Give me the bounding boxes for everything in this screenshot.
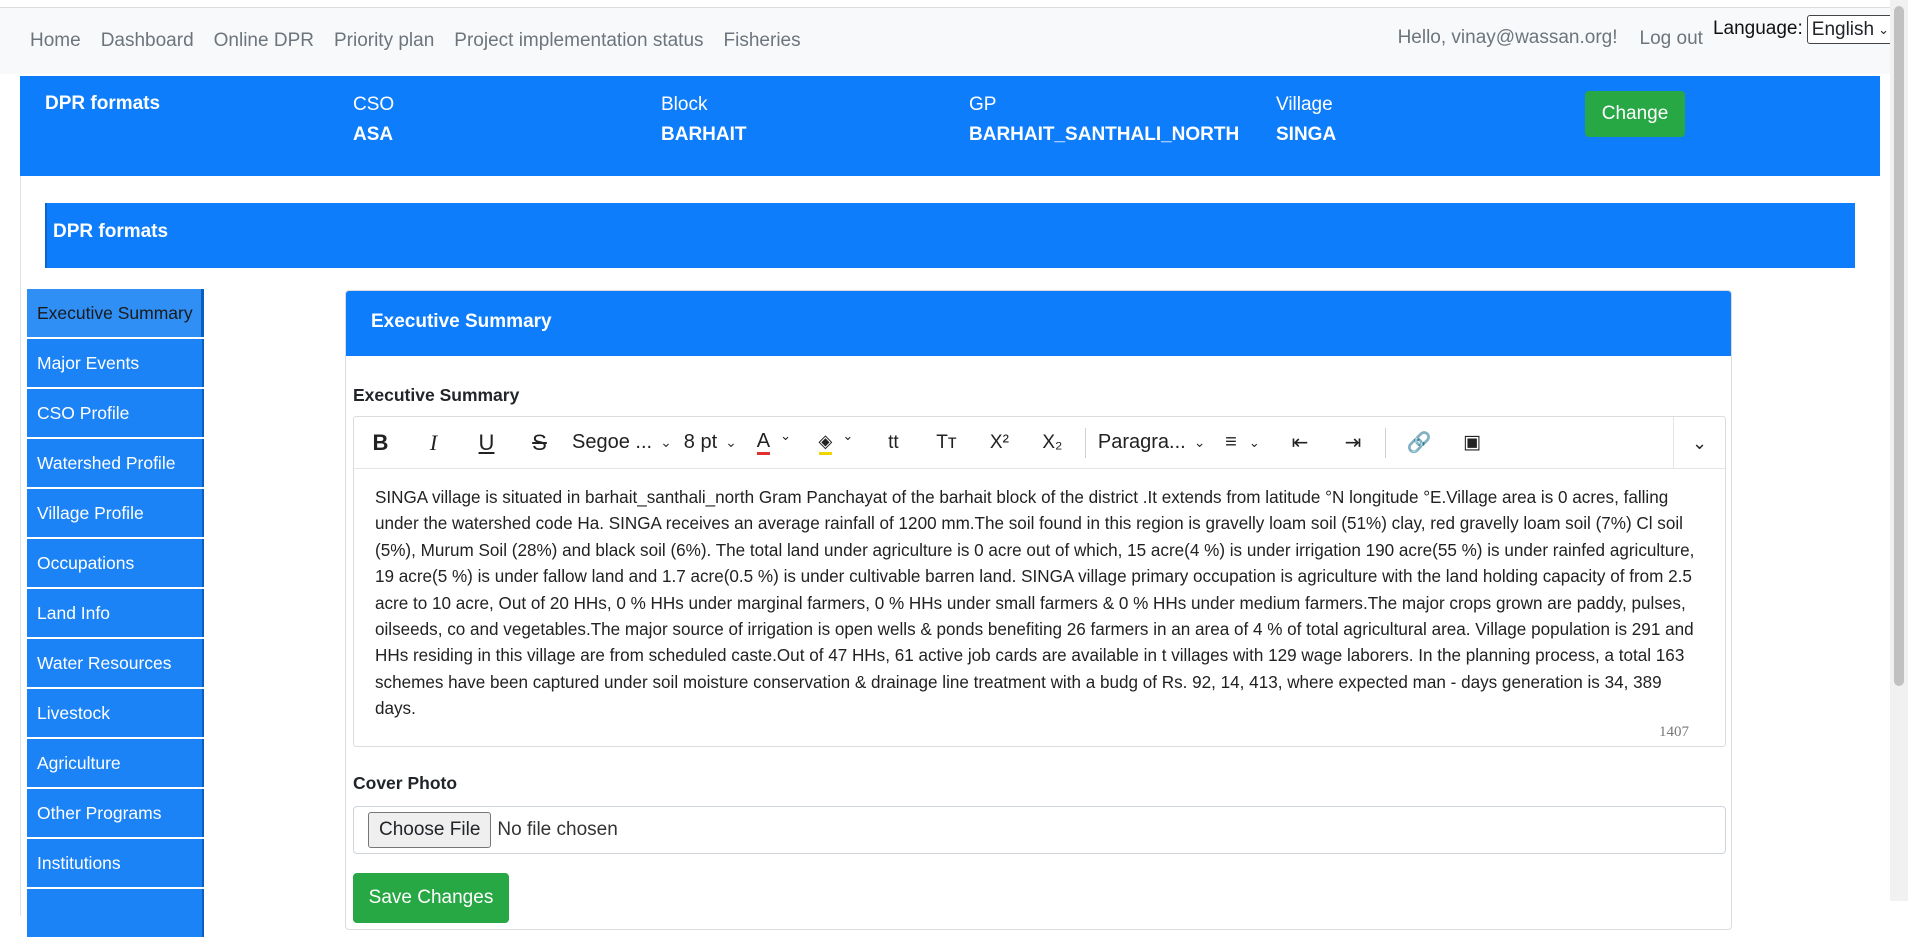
more-tools-chevron-icon[interactable]: ⌄ xyxy=(1673,417,1725,469)
italic-icon[interactable]: I xyxy=(407,425,460,461)
paragraph-format-value: Paragra... xyxy=(1097,431,1186,453)
sidebar-item-major-events[interactable]: Major Events xyxy=(27,339,204,387)
sidebar-item-cso-profile[interactable]: CSO Profile xyxy=(27,389,204,437)
cso-value: ASA xyxy=(353,124,394,145)
indent-icon[interactable]: ⇥ xyxy=(1326,425,1379,461)
font-size-value: 8 pt xyxy=(683,431,718,453)
sidebar-item-village-profile[interactable]: Village Profile xyxy=(27,489,204,537)
section-title: DPR formats xyxy=(53,221,169,242)
toolbar-separator xyxy=(1084,427,1086,458)
cover-photo-label: Cover Photo xyxy=(353,773,458,793)
chevron-down-icon: ⌄ xyxy=(725,434,737,450)
save-changes-button[interactable]: Save Changes xyxy=(353,873,509,923)
language-value: English xyxy=(1811,18,1875,40)
nav-links: Home Dashboard Online DPR Priority plan … xyxy=(30,30,821,52)
sidebar-item-watershed-profile[interactable]: Watershed Profile xyxy=(27,439,204,487)
align-left-icon[interactable]: ≡ ⌄ xyxy=(1211,425,1273,461)
cover-photo-file-input[interactable]: Choose File No file chosen xyxy=(353,806,1726,854)
change-case-icon[interactable]: tt xyxy=(867,425,920,461)
executive-summary-label: Executive Summary xyxy=(353,385,520,405)
cso-label: CSO xyxy=(353,94,395,115)
underline-icon[interactable]: U xyxy=(460,425,513,461)
choose-file-button[interactable]: Choose File xyxy=(368,812,492,848)
subscript-icon[interactable]: X₂ xyxy=(1026,425,1079,461)
nav-right: Hello, vinay@wassan.org! Log out Languag… xyxy=(1398,8,1894,50)
sidebar-item-occupations[interactable]: Occupations xyxy=(27,539,204,587)
dpr-header-band: DPR formats CSO ASA Block BARHAIT GP BAR… xyxy=(20,76,1880,176)
font-size-dropdown[interactable]: 8 pt ⌄ xyxy=(678,425,743,461)
toolbar-separator xyxy=(1385,427,1387,458)
sidebar-item-water-resources[interactable]: Water Resources xyxy=(27,639,204,687)
sidebar: Executive Summary Major Events CSO Profi… xyxy=(27,289,204,939)
nav-home[interactable]: Home xyxy=(30,30,81,52)
village-label: Village xyxy=(1276,94,1333,115)
block-info: Block BARHAIT xyxy=(661,94,747,146)
sidebar-item-other-programs[interactable]: Other Programs xyxy=(27,789,204,837)
sidebar-item-land-info[interactable]: Land Info xyxy=(27,589,204,637)
block-value: BARHAIT xyxy=(661,124,747,145)
bold-icon[interactable]: B xyxy=(354,425,407,461)
panel-title: Executive Summary xyxy=(346,291,1731,356)
file-status-text: No file chosen xyxy=(497,819,618,840)
executive-summary-panel: Executive Summary Executive Summary B I … xyxy=(345,290,1732,930)
nav-dashboard[interactable]: Dashboard xyxy=(101,30,194,52)
sidebar-item-agriculture[interactable]: Agriculture xyxy=(27,739,204,787)
strikethrough-icon[interactable]: S xyxy=(513,425,566,461)
character-count: 1407 xyxy=(1659,724,1689,740)
user-greeting: Hello, vinay@wassan.org! xyxy=(1397,27,1618,48)
highlight-color-icon[interactable]: ◈ ⌄ xyxy=(805,425,867,461)
nav-priority-plan[interactable]: Priority plan xyxy=(334,30,434,52)
scrollbar-thumb[interactable] xyxy=(1894,6,1904,686)
sidebar-item-executive-summary[interactable]: Executive Summary xyxy=(27,289,204,337)
language-label: Language: xyxy=(1712,18,1803,39)
gp-value: BARHAIT_SANTHALI_NORTH xyxy=(969,124,1240,145)
superscript-icon[interactable]: X² xyxy=(973,425,1026,461)
nav-online-dpr[interactable]: Online DPR xyxy=(214,30,314,52)
nav-fisheries[interactable]: Fisheries xyxy=(724,30,801,52)
nav-project-implementation-status[interactable]: Project implementation status xyxy=(454,30,703,52)
header-title: DPR formats xyxy=(45,93,161,114)
image-icon[interactable]: ▣ xyxy=(1445,425,1498,461)
section-title-band: DPR formats xyxy=(45,203,1855,268)
language-select[interactable]: English ⌄ xyxy=(1806,15,1894,44)
change-button[interactable]: Change xyxy=(1585,91,1685,137)
chevron-down-icon: ⌄ xyxy=(1193,434,1206,450)
window-top-edge xyxy=(0,0,1908,8)
village-info: Village SINGA xyxy=(1276,94,1336,146)
gp-label: GP xyxy=(969,94,997,115)
gp-info: GP BARHAIT_SANTHALI_NORTH xyxy=(969,94,1239,146)
page-scrollbar[interactable] xyxy=(1890,0,1908,901)
sidebar-item-institutions[interactable]: Institutions xyxy=(27,839,204,887)
editor-content[interactable]: SINGA village is situated in barhait_san… xyxy=(354,469,1725,723)
font-family-dropdown[interactable]: Segoe ... ⌄ xyxy=(566,425,678,461)
editor-toolbar: B I U S Segoe ... ⌄ 8 pt ⌄ A ⌄ ◈ ⌄ tt Tᴛ… xyxy=(354,417,1725,469)
font-family-value: Segoe ... xyxy=(572,431,653,453)
village-value: SINGA xyxy=(1276,124,1337,145)
link-icon[interactable]: 🔗 xyxy=(1392,425,1445,461)
text-size-icon[interactable]: Tᴛ xyxy=(920,425,973,461)
cso-info: CSO ASA xyxy=(353,94,394,146)
block-label: Block xyxy=(661,94,708,115)
sidebar-item-more[interactable] xyxy=(27,889,204,937)
sidebar-item-livestock[interactable]: Livestock xyxy=(27,689,204,737)
paragraph-format-dropdown[interactable]: Paragra... ⌄ xyxy=(1092,425,1212,461)
rich-text-editor[interactable]: B I U S Segoe ... ⌄ 8 pt ⌄ A ⌄ ◈ ⌄ tt Tᴛ… xyxy=(353,416,1726,747)
font-color-icon[interactable]: A ⌄ xyxy=(743,425,805,461)
logout-link[interactable]: Log out xyxy=(1640,28,1703,50)
outdent-icon[interactable]: ⇤ xyxy=(1273,425,1326,461)
chevron-down-icon: ⌄ xyxy=(1878,21,1889,37)
chevron-down-icon: ⌄ xyxy=(660,434,672,450)
